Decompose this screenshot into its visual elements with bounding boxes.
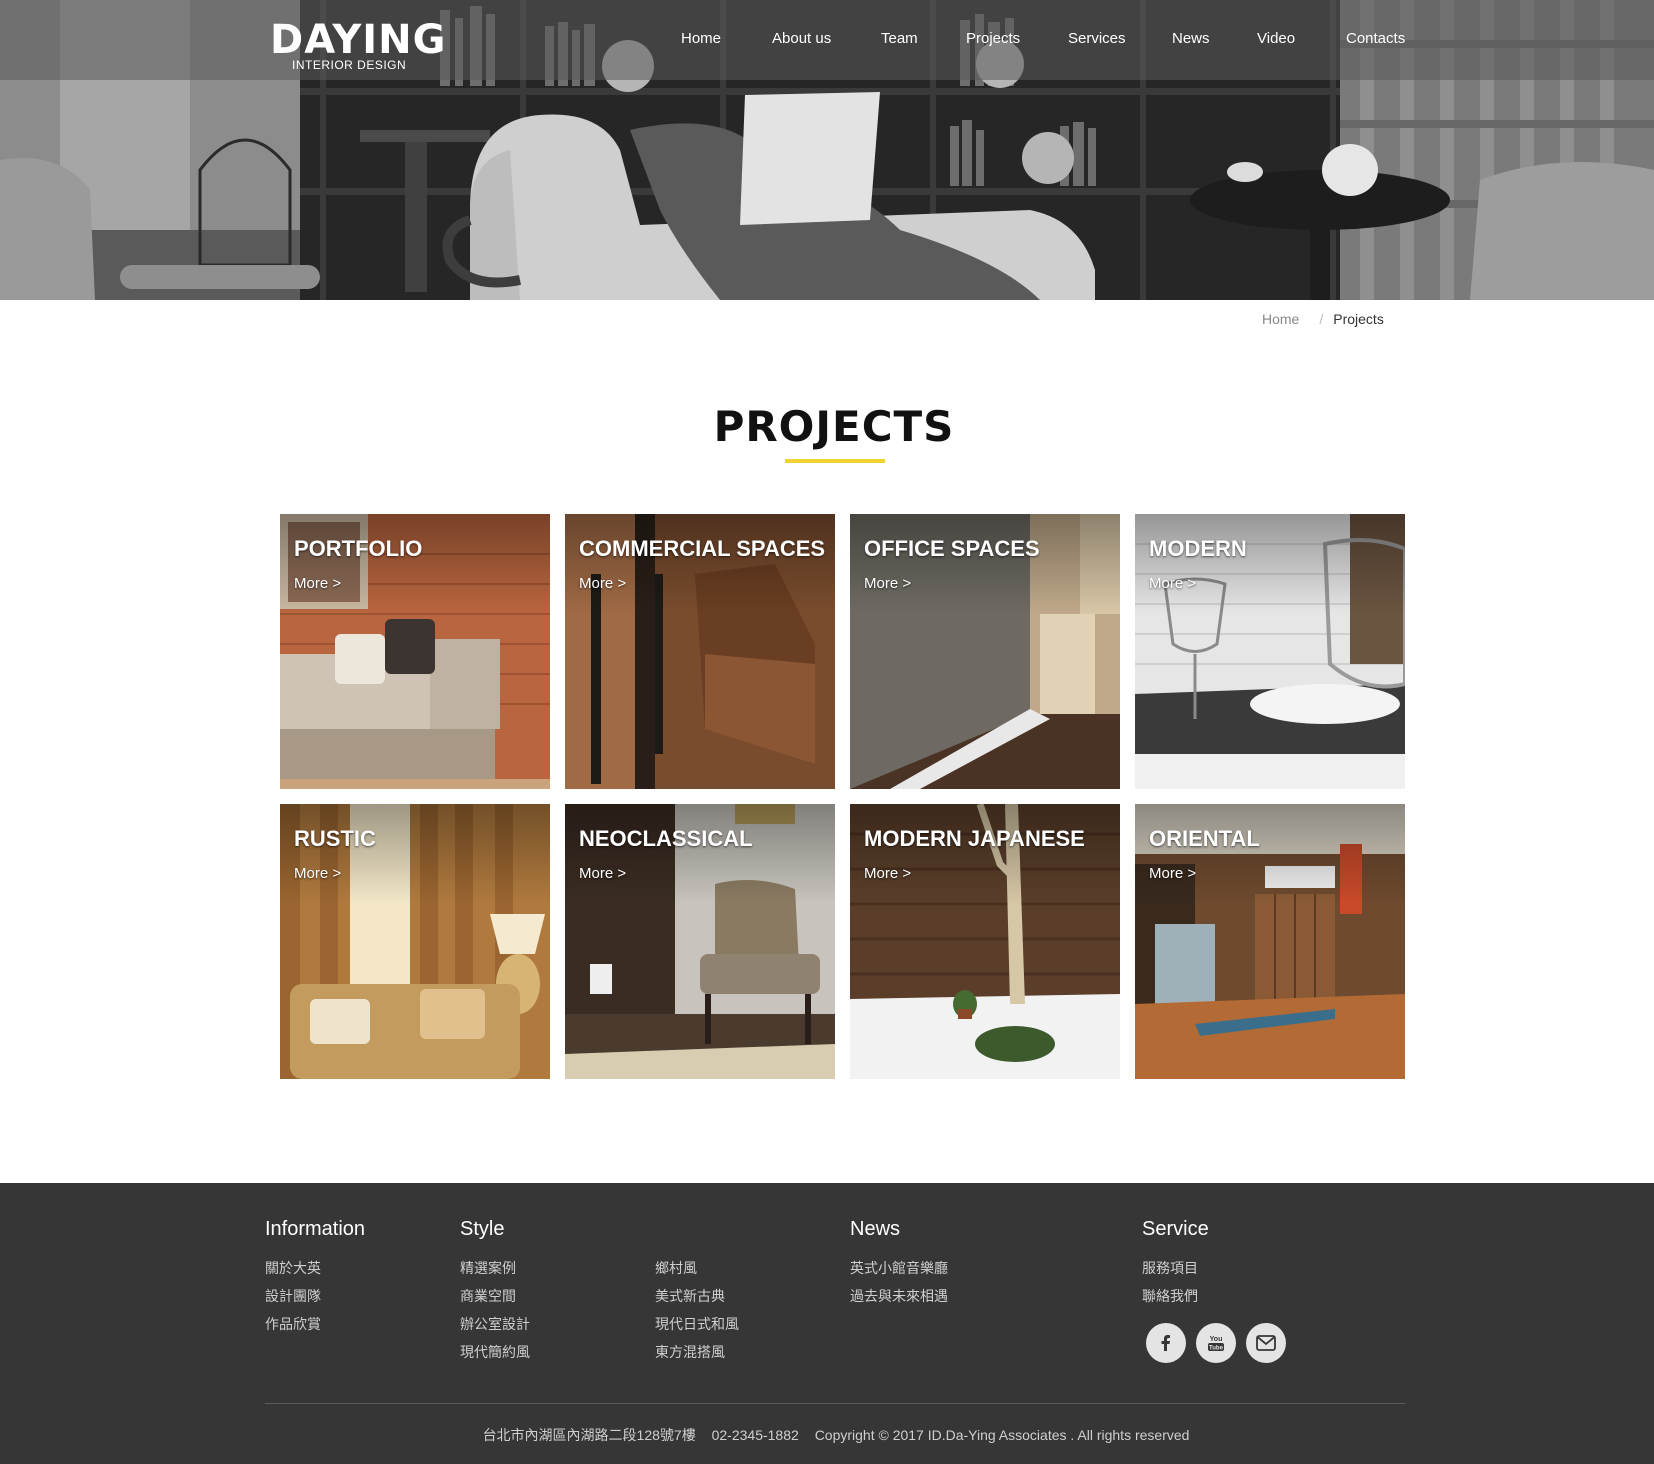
footer-link[interactable]: 聯絡我們 [1142,1286,1198,1306]
project-card-portfolio[interactable]: PORTFOLIO More > [280,514,550,789]
project-grid: PORTFOLIO More > COMMERCIAL SPACES More … [280,514,1406,1079]
nav-about-us[interactable]: About us [772,30,831,47]
breadcrumb-home[interactable]: Home [1262,311,1299,327]
footer-link[interactable]: 關於大英 [265,1258,321,1278]
footer-link[interactable]: 過去與未來相遇 [850,1286,948,1306]
project-title: COMMERCIAL SPACES [579,536,826,561]
project-more-link[interactable]: More > [579,575,626,592]
svg-text:You: You [1210,1336,1223,1343]
project-more-link[interactable]: More > [864,575,911,592]
footer-link[interactable]: 辦公室設計 [460,1314,530,1334]
project-title: ORIENTAL [1149,826,1260,851]
footer-link[interactable]: 現代日式和風 [655,1314,739,1334]
footer-service-title: Service [1142,1218,1209,1240]
project-card-oriental[interactable]: ORIENTAL More > [1135,804,1405,1079]
svg-text:Tube: Tube [1209,1346,1224,1352]
footer-link[interactable]: 作品欣賞 [265,1314,321,1334]
footer-style-title: Style [460,1218,505,1240]
footer-link[interactable]: 商業空間 [460,1286,516,1306]
nav-video[interactable]: Video [1257,30,1295,47]
project-title: MODERN JAPANESE [864,826,1085,851]
nav-contacts[interactable]: Contacts [1346,30,1405,47]
logo-tagline: INTERIOR DESIGN [292,58,407,72]
title-underline [785,459,885,463]
logo-wordmark: DAYING [270,17,447,63]
footer-divider [265,1403,1406,1404]
project-card-rustic[interactable]: RUSTIC More > [280,804,550,1079]
project-title: OFFICE SPACES [864,536,1040,561]
footer-news-title: News [850,1218,901,1240]
breadcrumb-separator: / [1319,311,1324,327]
footer-bottom: 台北市內湖區內湖路二段128號7樓 02-2345-1882 Copyright… [0,1425,1654,1445]
facebook-icon[interactable] [1146,1323,1186,1363]
project-more-link[interactable]: More > [864,865,911,882]
footer-link[interactable]: 設計團隊 [265,1286,321,1306]
page-title: PROJECTS [713,402,955,451]
footer-link[interactable]: 服務項目 [1142,1258,1198,1278]
project-card-modern-japanese[interactable]: MODERN JAPANESE More > [850,804,1120,1079]
footer-link[interactable]: 現代簡約風 [460,1342,530,1362]
hero-banner: DAYING INTERIOR DESIGN Home About us Tea… [0,0,1654,300]
youtube-icon[interactable]: You Tube [1196,1323,1236,1363]
project-more-link[interactable]: More > [294,865,341,882]
footer-copyright: Copyright © 2017 ID.Da-Ying Associates .… [814,1427,1190,1443]
nav-services[interactable]: Services [1068,30,1126,47]
project-title: RUSTIC [294,826,376,851]
footer-information-title: Information [265,1218,366,1240]
project-card-neoclassical[interactable]: NEOCLASSICAL More > [565,804,835,1079]
project-title: MODERN [1149,536,1247,561]
project-title: NEOCLASSICAL [579,826,753,851]
footer-link[interactable]: 美式新古典 [655,1286,725,1306]
project-more-link[interactable]: More > [579,865,626,882]
footer-link[interactable]: 英式小館音樂廳 [850,1258,948,1278]
project-card-modern[interactable]: MODERN More > [1135,514,1405,789]
breadcrumb-current: Projects [1333,311,1384,327]
footer-phone: 02-2345-1882 [711,1427,799,1443]
footer-address: 台北市內湖區內湖路二段128號7樓 [482,1427,696,1443]
footer: Information 關於大英 設計團隊 作品欣賞 Style 精選案例 商業… [0,1183,1654,1464]
project-card-office-spaces[interactable]: OFFICE SPACES More > [850,514,1120,789]
breadcrumb: Home / Projects [1262,311,1384,327]
nav-home[interactable]: Home [681,30,721,47]
nav-projects[interactable]: Projects [966,30,1020,47]
nav-team[interactable]: Team [881,30,918,47]
project-more-link[interactable]: More > [1149,865,1196,882]
mail-icon[interactable] [1246,1323,1286,1363]
footer-link[interactable]: 精選案例 [460,1258,516,1278]
footer-link[interactable]: 鄉村風 [655,1258,697,1278]
project-card-commercial-spaces[interactable]: COMMERCIAL SPACES More > [565,514,835,789]
footer-link[interactable]: 東方混搭風 [655,1342,725,1362]
nav-news[interactable]: News [1172,30,1210,47]
project-title: PORTFOLIO [294,536,423,561]
project-more-link[interactable]: More > [294,575,341,592]
project-more-link[interactable]: More > [1149,575,1196,592]
logo[interactable]: DAYING INTERIOR DESIGN [270,17,447,72]
